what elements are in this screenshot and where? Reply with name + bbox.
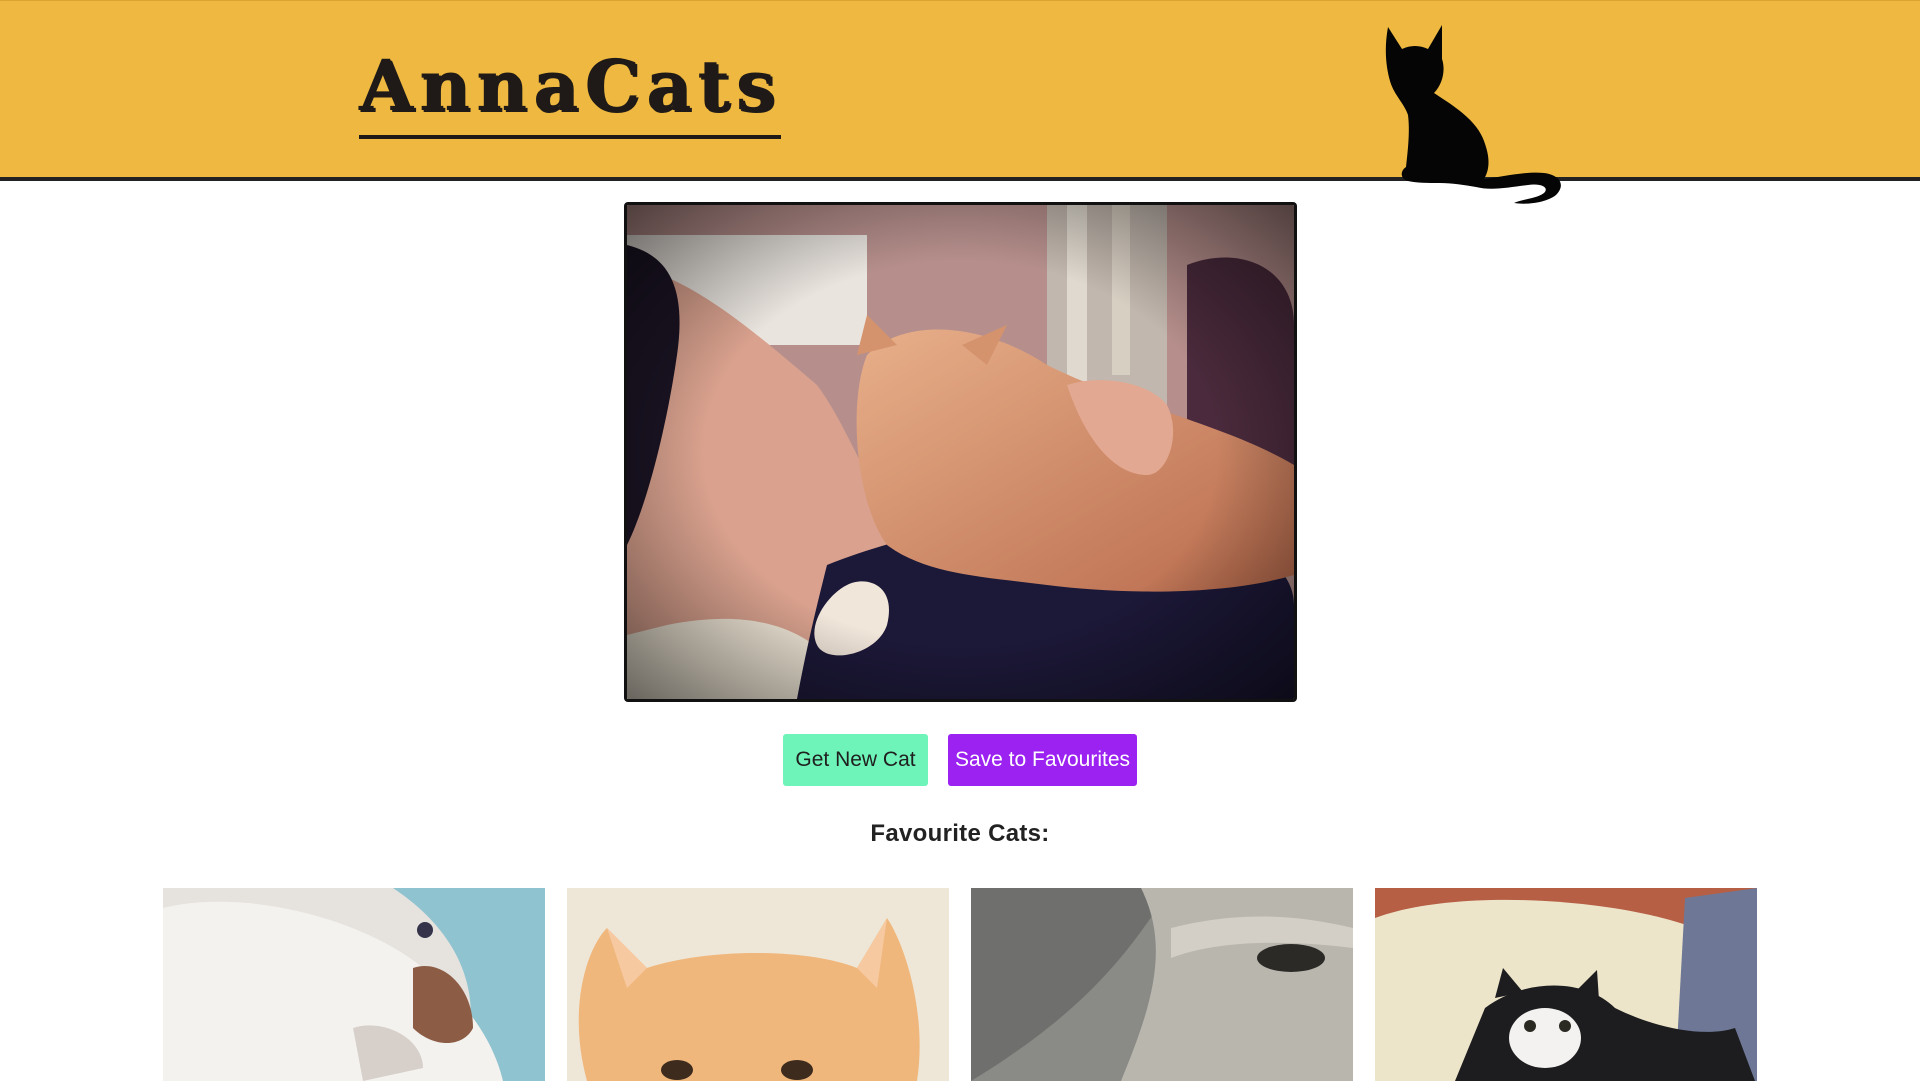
favourite-cat-card-3[interactable] [971,888,1353,1081]
favourites-grid [163,888,1757,1081]
main-cat-photo [624,202,1297,702]
get-new-cat-button[interactable]: Get New Cat [783,734,928,786]
favourite-cat-card-2[interactable] [567,888,949,1081]
favourite-cat-card-4[interactable] [1375,888,1757,1081]
cat-silhouette-icon [1380,19,1565,205]
favourite-cat-card-1[interactable] [163,888,545,1081]
save-to-favourites-button[interactable]: Save to Favourites [948,734,1137,786]
favourites-heading: Favourite Cats: [870,820,1050,847]
site-header: AnnaCats [0,0,1920,204]
site-logo[interactable]: AnnaCats [359,51,782,139]
